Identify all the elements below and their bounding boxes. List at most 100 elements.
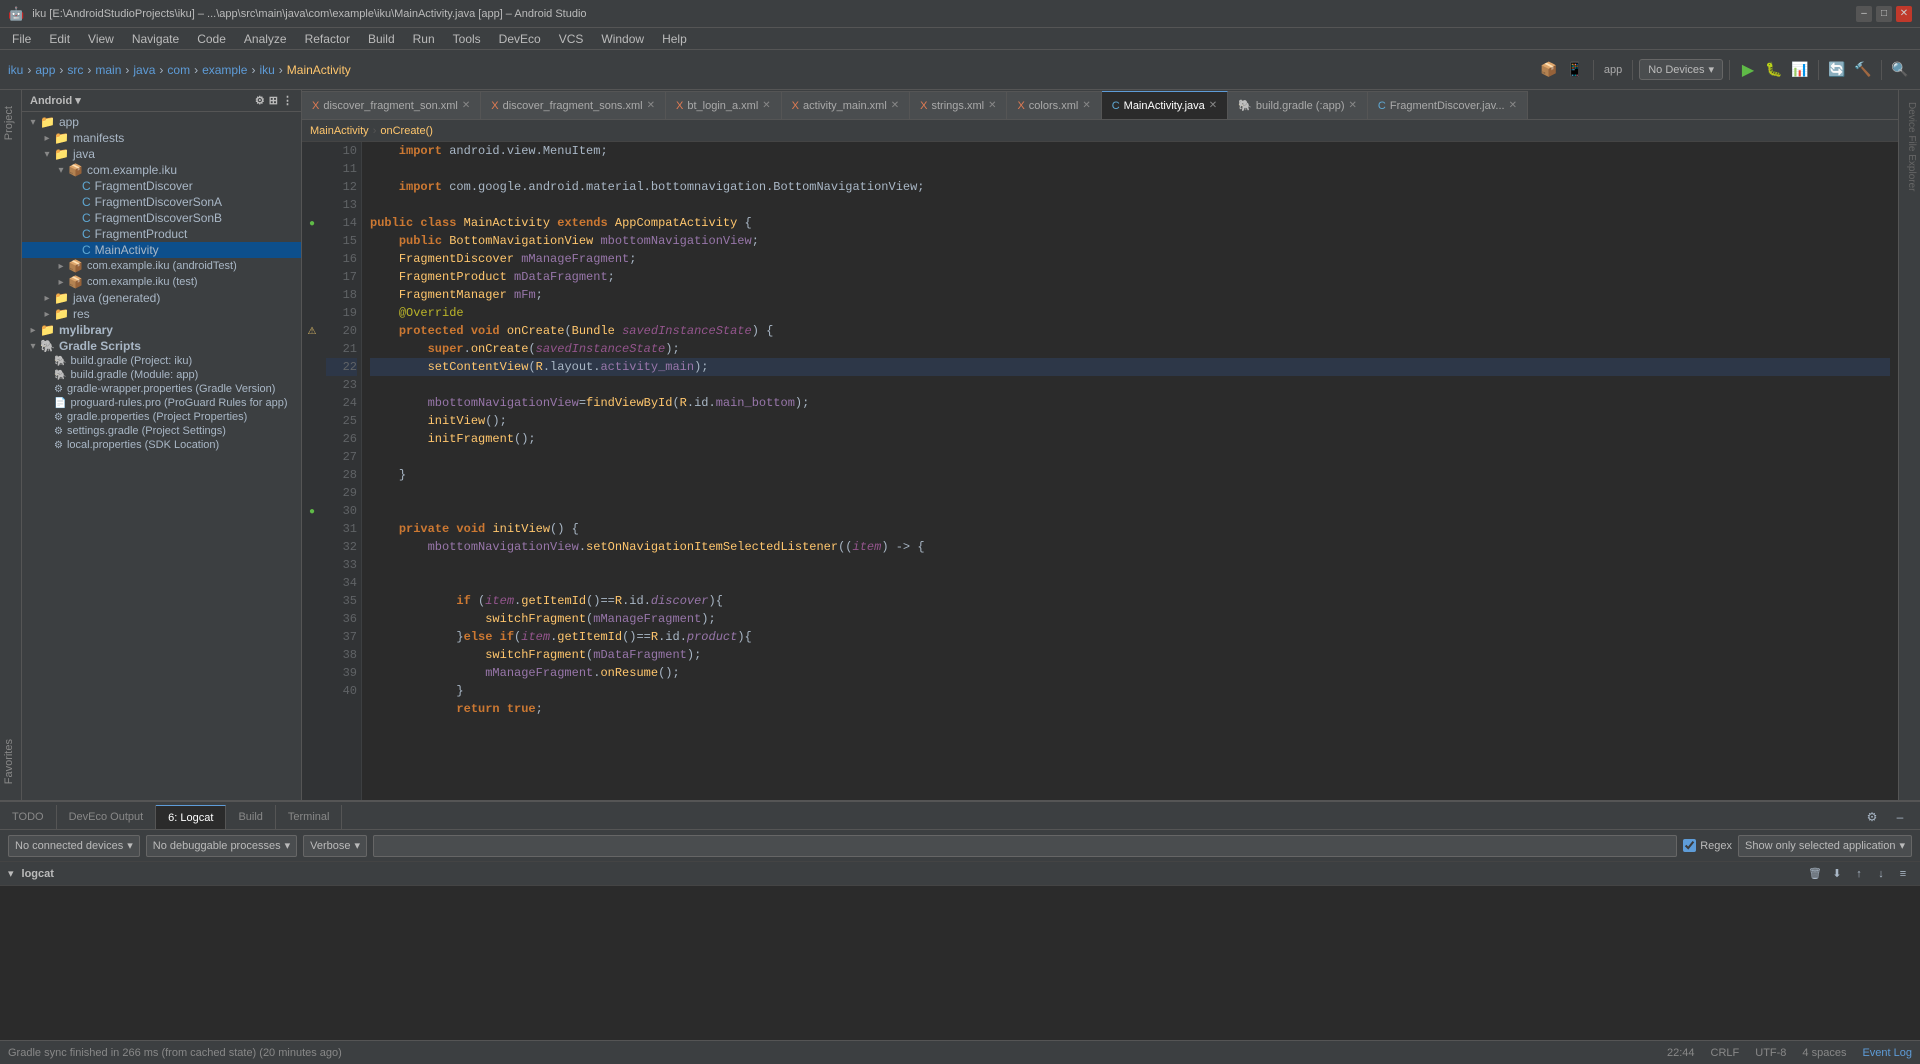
bottom-tab-build[interactable]: Build <box>226 805 275 829</box>
no-devices-dropdown[interactable]: No Devices ▾ <box>1639 59 1723 80</box>
logcat-search-input[interactable] <box>373 835 1677 857</box>
menu-item-navigate[interactable]: Navigate <box>124 30 187 48</box>
encoding[interactable]: UTF-8 <box>1755 1047 1786 1059</box>
bottom-tab-deveco-output[interactable]: DevEco Output <box>57 805 157 829</box>
breadcrumb-mainactivity[interactable]: MainActivity <box>287 63 351 77</box>
tree-item-app[interactable]: ▾ 📁 app <box>22 114 301 130</box>
tree-item-res[interactable]: ▸ 📁 res <box>22 306 301 322</box>
project-gear-icon[interactable]: ⋮ <box>282 94 293 107</box>
tree-item-manifests[interactable]: ▸ 📁 manifests <box>22 130 301 146</box>
tree-item-java-generated[interactable]: ▸ 📁 java (generated) <box>22 290 301 306</box>
breadcrumb-example[interactable]: example <box>202 63 247 77</box>
verbose-dropdown[interactable]: Verbose ▾ <box>303 835 367 857</box>
tree-item-gradle-wrapper[interactable]: ⚙ gradle-wrapper.properties (Gradle Vers… <box>22 382 301 396</box>
tab-bt-login-xml[interactable]: X bt_login_a.xml ✕ <box>666 91 782 119</box>
bottom-tab-todo[interactable]: TODO <box>0 805 57 829</box>
close-button[interactable]: ✕ <box>1896 6 1912 22</box>
menu-item-edit[interactable]: Edit <box>41 30 78 48</box>
tree-item-local-properties[interactable]: ⚙ local.properties (SDK Location) <box>22 438 301 452</box>
logcat-minimize-btn[interactable]: – <box>1888 805 1912 829</box>
tab-fragment-discover-java[interactable]: C FragmentDiscover.jav... ✕ <box>1368 91 1528 119</box>
build-button[interactable]: 🔨 <box>1851 58 1875 82</box>
project-tab[interactable]: Project <box>0 98 21 148</box>
logcat-down-btn[interactable]: ↓ <box>1872 865 1890 883</box>
breadcrumb-oncreate[interactable]: onCreate() <box>380 125 433 137</box>
tab-close-colors[interactable]: ✕ <box>1082 100 1090 111</box>
profile-button[interactable]: 📊 <box>1788 58 1812 82</box>
menu-item-refactor[interactable]: Refactor <box>297 30 358 48</box>
tab-close-discover-son[interactable]: ✕ <box>462 100 470 111</box>
event-log[interactable]: Event Log <box>1862 1047 1912 1059</box>
breadcrumb-src[interactable]: src <box>67 63 83 77</box>
no-debuggable-processes-dropdown[interactable]: No debuggable processes ▾ <box>146 835 297 857</box>
tree-item-fragment-son-b[interactable]: C FragmentDiscoverSonB <box>22 210 301 226</box>
breadcrumb-main[interactable]: main <box>95 63 121 77</box>
minimize-button[interactable]: – <box>1856 6 1872 22</box>
device-file-explorer-tab[interactable]: Device File Explorer <box>1899 94 1920 199</box>
tree-item-build-gradle-project[interactable]: 🐘 build.gradle (Project: iku) <box>22 354 301 368</box>
indent[interactable]: 4 spaces <box>1802 1047 1846 1059</box>
project-dropdown[interactable]: Android ▾ <box>30 94 81 107</box>
sync-button[interactable]: 🔄 <box>1825 58 1849 82</box>
bottom-tab-logcat[interactable]: 6: Logcat <box>156 805 226 829</box>
favorites-tab[interactable]: Favorites <box>0 731 21 792</box>
logcat-clear-btn[interactable]: 🗑 <box>1806 865 1824 883</box>
tree-item-settings-gradle[interactable]: ⚙ settings.gradle (Project Settings) <box>22 424 301 438</box>
run-button[interactable]: ▶ <box>1736 58 1760 82</box>
tab-activity-main-xml[interactable]: X activity_main.xml ✕ <box>782 91 910 119</box>
tab-close-fragment-discover[interactable]: ✕ <box>1509 100 1517 111</box>
breadcrumb-java[interactable]: java <box>133 63 155 77</box>
logcat-wrap-btn[interactable]: ≡ <box>1894 865 1912 883</box>
tree-item-fragment-son-a[interactable]: C FragmentDiscoverSonA <box>22 194 301 210</box>
tab-close-activity-main[interactable]: ✕ <box>891 100 899 111</box>
code-editor[interactable]: ● ⚠ ● <box>302 142 1898 800</box>
tab-colors-xml[interactable]: X colors.xml ✕ <box>1007 91 1101 119</box>
tab-build-gradle-app[interactable]: 🐘 build.gradle (:app) ✕ <box>1228 91 1368 119</box>
tree-item-pkg-android-test[interactable]: ▸ 📦 com.example.iku (androidTest) <box>22 258 301 274</box>
menu-item-deveco[interactable]: DevEco <box>491 30 549 48</box>
tree-item-fragment-product[interactable]: C FragmentProduct <box>22 226 301 242</box>
tree-item-java[interactable]: ▾ 📁 java <box>22 146 301 162</box>
tab-close-sons[interactable]: ✕ <box>647 100 655 111</box>
project-settings-icon[interactable]: ⚙ <box>255 94 265 107</box>
logcat-fold-icon[interactable]: ▾ <box>8 867 14 880</box>
logcat-scroll-btn[interactable]: ⬇ <box>1828 865 1846 883</box>
tree-item-proguard[interactable]: 📄 proguard-rules.pro (ProGuard Rules for… <box>22 396 301 410</box>
line-ending[interactable]: CRLF <box>1711 1047 1740 1059</box>
tree-item-pkg-test[interactable]: ▸ 📦 com.example.iku (test) <box>22 274 301 290</box>
sdk-manager-btn[interactable]: 📦 <box>1537 58 1561 82</box>
tree-item-fragment-discover[interactable]: C FragmentDiscover <box>22 178 301 194</box>
tree-item-build-gradle-module[interactable]: 🐘 build.gradle (Module: app) <box>22 368 301 382</box>
breadcrumb-iku2[interactable]: iku <box>259 63 274 77</box>
show-only-selected-dropdown[interactable]: Show only selected application ▾ <box>1738 835 1912 857</box>
menu-item-build[interactable]: Build <box>360 30 403 48</box>
breadcrumb-com[interactable]: com <box>167 63 190 77</box>
menu-item-file[interactable]: File <box>4 30 39 48</box>
tree-item-pkg-main[interactable]: ▾ 📦 com.example.iku <box>22 162 301 178</box>
line-col[interactable]: 22:44 <box>1667 1047 1695 1059</box>
search-everywhere-btn[interactable]: 🔍 <box>1888 58 1912 82</box>
maximize-button[interactable]: □ <box>1876 6 1892 22</box>
tab-discover-fragment-son-xml[interactable]: X discover_fragment_son.xml ✕ <box>302 91 481 119</box>
project-expand-icon[interactable]: ⊞ <box>269 94 278 107</box>
tab-strings-xml[interactable]: X strings.xml ✕ <box>910 91 1007 119</box>
logcat-settings-btn[interactable]: ⚙ <box>1860 805 1884 829</box>
tab-mainactivity-java[interactable]: C MainActivity.java ✕ <box>1102 91 1228 119</box>
menu-item-tools[interactable]: Tools <box>445 30 489 48</box>
menu-item-window[interactable]: Window <box>593 30 652 48</box>
tree-item-mylibrary[interactable]: ▸ 📁 mylibrary <box>22 322 301 338</box>
avd-manager-btn[interactable]: 📱 <box>1563 58 1587 82</box>
breadcrumb-app[interactable]: app <box>35 63 55 77</box>
tab-close-mainactivity[interactable]: ✕ <box>1209 100 1217 111</box>
menu-item-vcs[interactable]: VCS <box>551 30 592 48</box>
code-text[interactable]: import android.view.MenuItem; import com… <box>362 142 1898 800</box>
tab-close-build-gradle[interactable]: ✕ <box>1349 100 1357 111</box>
menu-item-view[interactable]: View <box>80 30 122 48</box>
tab-close-bt-login[interactable]: ✕ <box>762 100 770 111</box>
tree-item-gradle-properties[interactable]: ⚙ gradle.properties (Project Properties) <box>22 410 301 424</box>
menu-item-help[interactable]: Help <box>654 30 695 48</box>
logcat-up-btn[interactable]: ↑ <box>1850 865 1868 883</box>
bottom-tab-terminal[interactable]: Terminal <box>276 805 343 829</box>
breadcrumb-mainactivity[interactable]: MainActivity <box>310 125 369 137</box>
tab-discover-fragment-sons-xml[interactable]: X discover_fragment_sons.xml ✕ <box>481 91 666 119</box>
